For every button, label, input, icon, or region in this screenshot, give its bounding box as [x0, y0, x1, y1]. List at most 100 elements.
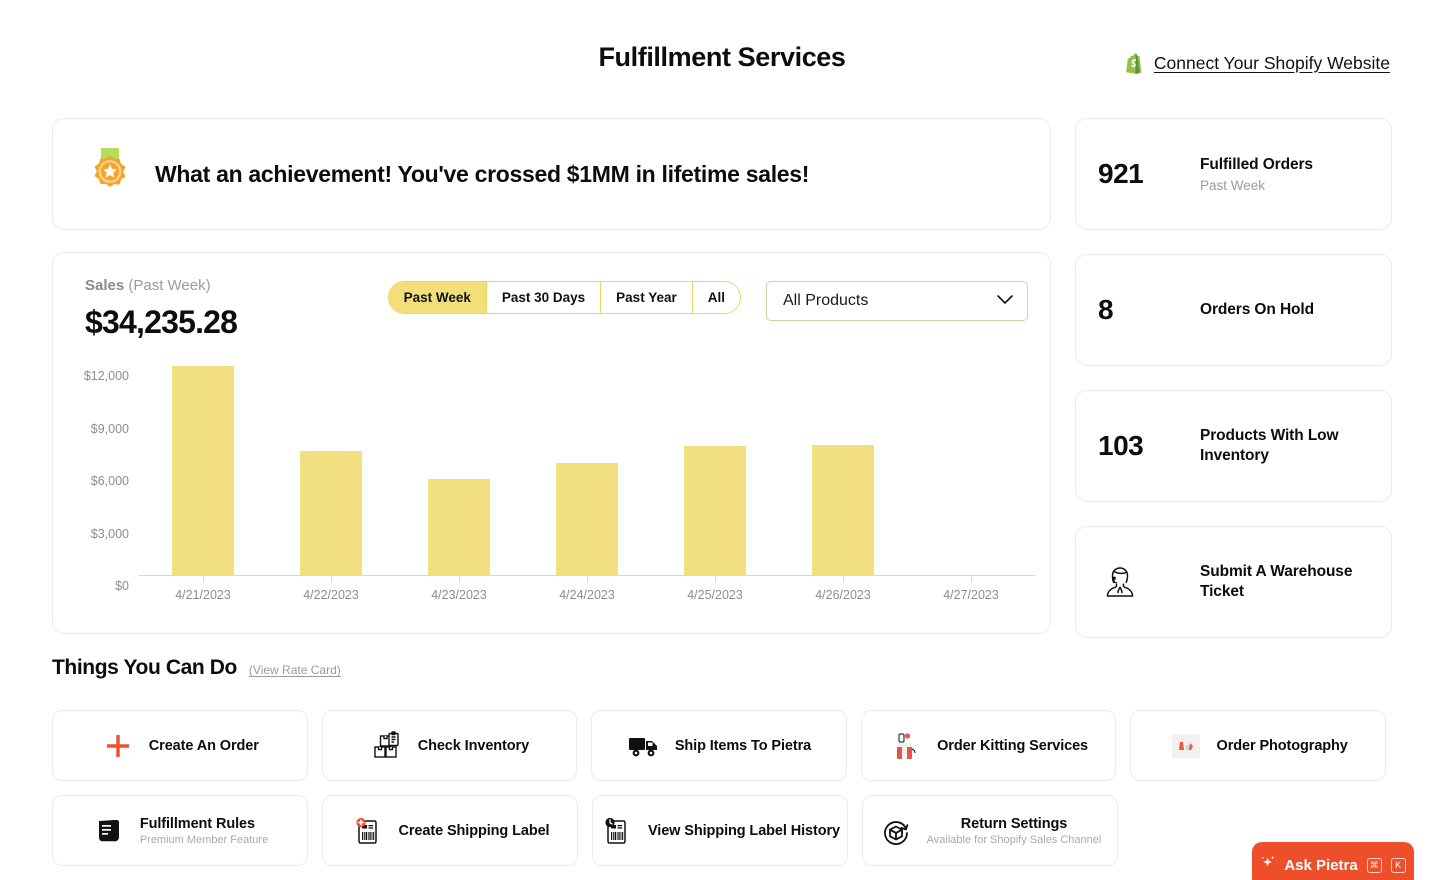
chart-bar-slot: 4/24/2023 [523, 366, 651, 576]
left-column: What an achievement! You've crossed $1MM… [52, 118, 1051, 638]
page-header: Fulfillment Services Connect Your Shopif… [0, 0, 1444, 108]
support-agent-icon [1098, 560, 1194, 604]
chart-x-tick-label: 4/23/2023 [431, 588, 487, 602]
chart-y-tick-label: $6,000 [49, 474, 129, 488]
stat-card-warehouse-ticket[interactable]: Submit A Warehouse Ticket [1075, 526, 1392, 638]
chart-bar-slot: 4/26/2023 [779, 366, 907, 576]
product-filter-value: All Products [783, 292, 868, 310]
tile-ship-items-text: Ship Items To Pietra [675, 738, 811, 754]
tile-order-photography[interactable]: Order Photography [1130, 710, 1386, 781]
low-inventory-count: 103 [1098, 430, 1194, 462]
chart-bar-slot: 4/21/2023 [139, 366, 267, 576]
low-inventory-body: Products With Low Inventory [1200, 426, 1369, 467]
chart-x-tick-label: 4/22/2023 [303, 588, 359, 602]
low-inventory-title: Products With Low Inventory [1200, 426, 1369, 467]
chart-y-tick-label: $3,000 [49, 527, 129, 541]
product-filter-dropdown[interactable]: All Products [766, 281, 1028, 321]
chart-y-tick-label: $9,000 [49, 422, 129, 436]
tile-ship-items-label: Ship Items To Pietra [675, 738, 811, 754]
tile-return-settings-label: Return Settings [927, 816, 1102, 832]
fulfillment-services-page: Fulfillment Services Connect Your Shopif… [0, 0, 1444, 880]
photo-studio-icon [1169, 729, 1203, 763]
chart-x-tick [587, 576, 588, 582]
fulfilled-orders-subtitle: Past Week [1200, 178, 1369, 193]
sales-summary: Sales (Past Week) $34,235.28 [69, 277, 388, 341]
tile-check-inventory-label: Check Inventory [418, 738, 529, 754]
truck-icon [627, 729, 661, 763]
tile-return-settings-sub: Available for Shopify Sales Channel [927, 834, 1102, 846]
stat-card-fulfilled-orders[interactable]: 921 Fulfilled Orders Past Week [1075, 118, 1392, 230]
tile-order-photography-label: Order Photography [1217, 738, 1348, 754]
view-rate-card-link[interactable]: (View Rate Card) [249, 663, 341, 677]
orders-on-hold-count: 8 [1098, 294, 1194, 326]
ask-pietra-button[interactable]: Ask Pietra ⌘ K [1252, 842, 1414, 880]
tile-return-settings-text: Return Settings Available for Shopify Sa… [927, 816, 1102, 846]
main-content: What an achievement! You've crossed $1MM… [52, 118, 1392, 638]
tile-create-shipping-label[interactable]: Create Shipping Label [322, 795, 578, 866]
chart-y-tick-label: $12,000 [49, 369, 129, 383]
chart-x-tick [331, 576, 332, 582]
chart-x-tick [459, 576, 460, 582]
action-tiles: Create An Order Check Inventory [52, 710, 1386, 866]
action-tiles-row-2: Fulfillment Rules Premium Member Feature [52, 795, 1386, 866]
chart-bar[interactable] [300, 451, 362, 576]
label-clock-icon [600, 814, 634, 848]
tile-view-shipping-label-history[interactable]: View Shipping Label History [592, 795, 848, 866]
chart-x-tick-label: 4/25/2023 [687, 588, 743, 602]
sparkle-icon [1260, 854, 1277, 876]
sales-period-label: Sales (Past Week) [85, 277, 388, 294]
sales-chart-card: Sales (Past Week) $34,235.28 Past Week P… [52, 252, 1051, 634]
fulfilled-orders-title: Fulfilled Orders [1200, 155, 1369, 175]
things-you-can-do-title: Things You Can Do [52, 656, 237, 680]
chart-x-tick-label: 4/27/2023 [943, 588, 999, 602]
tile-return-settings[interactable]: Return Settings Available for Shopify Sa… [862, 795, 1118, 866]
tile-create-shipping-label-text: Create Shipping Label [399, 823, 550, 839]
orders-on-hold-title: Orders On Hold [1200, 300, 1369, 320]
stat-card-orders-on-hold[interactable]: 8 Orders On Hold [1075, 254, 1392, 366]
tile-fulfillment-rules-sub: Premium Member Feature [140, 834, 268, 846]
connect-shopify-link[interactable]: Connect Your Shopify Website [1125, 52, 1390, 74]
shopify-bag-icon [1125, 52, 1145, 74]
achievement-message: What an achievement! You've crossed $1MM… [155, 161, 809, 188]
tile-ship-items-to-pietra[interactable]: Ship Items To Pietra [591, 710, 847, 781]
chart-bar-slot: 4/27/2023 [907, 366, 1035, 576]
action-tiles-row-1: Create An Order Check Inventory [52, 710, 1386, 781]
tile-fulfillment-rules[interactable]: Fulfillment Rules Premium Member Feature [52, 795, 308, 866]
tile-view-shipping-history-label: View Shipping Label History [648, 823, 840, 839]
chart-x-tick [843, 576, 844, 582]
scroll-document-icon [92, 814, 126, 848]
range-tab-past-year[interactable]: Past Year [601, 282, 693, 313]
stat-card-low-inventory[interactable]: 103 Products With Low Inventory [1075, 390, 1392, 502]
range-tab-past-week[interactable]: Past Week [389, 282, 487, 313]
sales-bar-chart: $0$3,000$6,000$9,000$12,000 4/21/20234/2… [69, 361, 1035, 611]
chart-bar-slot: 4/25/2023 [651, 366, 779, 576]
chart-bar[interactable] [812, 445, 874, 576]
tile-order-kitting-label: Order Kitting Services [937, 738, 1088, 754]
inventory-boxes-icon [370, 729, 404, 763]
sales-label-strong: Sales [85, 277, 124, 294]
chart-bar[interactable] [172, 366, 234, 576]
range-tab-all[interactable]: All [693, 282, 740, 313]
tile-create-an-order-text: Create An Order [149, 738, 259, 754]
tile-fulfillment-rules-label: Fulfillment Rules [140, 816, 268, 832]
chart-plot-area: 4/21/20234/22/20234/23/20234/24/20234/25… [139, 366, 1035, 576]
tile-view-shipping-history-text: View Shipping Label History [648, 823, 840, 839]
chart-bar[interactable] [556, 463, 618, 576]
connect-shopify-label: Connect Your Shopify Website [1154, 53, 1390, 74]
chart-bar[interactable] [428, 479, 490, 576]
chart-bar[interactable] [684, 446, 746, 576]
chevron-down-icon [997, 292, 1013, 310]
tile-order-kitting-services[interactable]: Order Kitting Services [861, 710, 1117, 781]
fulfilled-orders-count: 921 [1098, 158, 1194, 190]
range-tab-past-30-days[interactable]: Past 30 Days [487, 282, 601, 313]
chart-x-tick-label: 4/24/2023 [559, 588, 615, 602]
ask-pietra-label: Ask Pietra [1284, 857, 1357, 874]
tile-create-an-order[interactable]: Create An Order [52, 710, 308, 781]
tile-create-an-order-label: Create An Order [149, 738, 259, 754]
tile-create-shipping-label-label: Create Shipping Label [399, 823, 550, 839]
return-box-icon [879, 814, 913, 848]
shortcut-key-cmd: ⌘ [1367, 858, 1382, 873]
tile-fulfillment-rules-text: Fulfillment Rules Premium Member Feature [140, 816, 268, 846]
chart-bar-slot: 4/23/2023 [395, 366, 523, 576]
tile-check-inventory[interactable]: Check Inventory [322, 710, 578, 781]
